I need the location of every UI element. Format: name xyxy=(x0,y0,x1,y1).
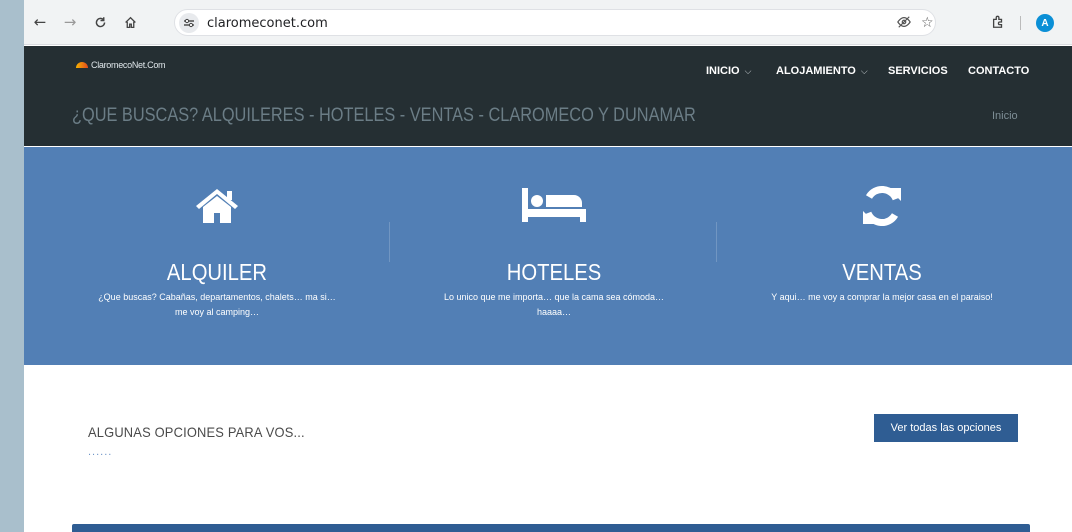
back-icon[interactable]: ← xyxy=(32,14,48,30)
nav-contacto-label: CONTACTO xyxy=(968,65,1030,77)
nav-servicios[interactable]: SERVICIOS xyxy=(888,65,948,77)
eye-off-icon[interactable] xyxy=(897,15,911,33)
nav-alojamiento-label: ALOJAMIENTO xyxy=(776,65,856,77)
listing-panel-top xyxy=(72,524,1030,532)
nav-inicio[interactable]: INICIO ⌵ xyxy=(706,65,751,77)
chevron-down-icon: ⌵ xyxy=(860,65,868,76)
service-description: ¿Que buscas? Cabañas, departamentos, cha… xyxy=(72,290,362,320)
service-ventas[interactable]: VENTAS Y aqui… me voy a comprar la mejor… xyxy=(732,147,1032,365)
section-title: ALGUNAS OPCIONES PARA VOS... xyxy=(88,424,305,440)
nav-inicio-label: INICIO xyxy=(706,65,740,77)
service-divider xyxy=(716,222,717,262)
site-info-icon[interactable] xyxy=(179,13,199,33)
service-alquiler[interactable]: ALQUILER ¿Que buscas? Cabañas, departame… xyxy=(72,147,362,365)
service-description: Y aqui… me voy a comprar la mejor casa e… xyxy=(732,290,1032,305)
logo-text: ClaromecoNet.Com xyxy=(91,60,166,70)
url-text: claromeconet.com xyxy=(207,16,328,31)
star-icon[interactable]: ☆ xyxy=(921,15,934,31)
refresh-icon xyxy=(732,185,1032,227)
page-title: ¿QUE BUSCAS? ALQUILERES - HOTELES - VENT… xyxy=(72,105,696,126)
nav-alojamiento[interactable]: ALOJAMIENTO ⌵ xyxy=(776,65,868,77)
site-header: ClaromecoNet.Com INICIO ⌵ ALOJAMIENTO ⌵ … xyxy=(24,46,1072,146)
bed-icon xyxy=(404,185,704,225)
ver-todas-button[interactable]: Ver todas las opciones xyxy=(874,414,1018,442)
section-title-underline: ...... xyxy=(88,446,113,458)
service-title: HOTELES xyxy=(506,259,602,285)
address-bar[interactable]: claromeconet.com ☆ xyxy=(174,9,936,36)
browser-window: ← → claromeconet.com ☆ A ClaromecoNet.Co xyxy=(24,0,1072,532)
logo-sun-icon xyxy=(76,62,88,68)
service-title: VENTAS xyxy=(842,259,922,285)
home-icon xyxy=(72,185,362,225)
home-icon[interactable] xyxy=(122,14,138,30)
browser-toolbar: ← → claromeconet.com ☆ A xyxy=(24,0,1072,45)
service-desc-line: ¿Que buscas? Cabañas, departamentos, cha… xyxy=(98,292,336,302)
reload-icon[interactable] xyxy=(92,14,108,30)
service-description: Lo unico que me importa… que la cama sea… xyxy=(404,290,704,320)
service-desc-line: me voy al camping… xyxy=(174,307,260,317)
profile-avatar[interactable]: A xyxy=(1036,14,1054,32)
extensions-icon[interactable] xyxy=(990,14,1006,30)
service-desc-line: haaaa… xyxy=(536,307,572,317)
service-title: ALQUILER xyxy=(166,259,268,285)
nav-servicios-label: SERVICIOS xyxy=(888,65,948,77)
chevron-down-icon: ⌵ xyxy=(744,65,752,76)
service-desc-line: Y aqui… me voy a comprar la mejor casa e… xyxy=(771,292,993,302)
nav-contacto[interactable]: CONTACTO xyxy=(968,65,1029,77)
breadcrumb[interactable]: Inicio xyxy=(992,110,1018,122)
services-section: ALQUILER ¿Que buscas? Cabañas, departame… xyxy=(24,147,1072,365)
site-logo[interactable]: ClaromecoNet.Com xyxy=(76,60,166,70)
service-hoteles[interactable]: HOTELES Lo unico que me importa… que la … xyxy=(404,147,704,365)
service-divider xyxy=(389,222,390,262)
forward-icon[interactable]: → xyxy=(62,14,78,30)
service-desc-line: Lo unico que me importa… que la cama sea… xyxy=(443,292,665,302)
toolbar-divider xyxy=(1020,16,1021,30)
